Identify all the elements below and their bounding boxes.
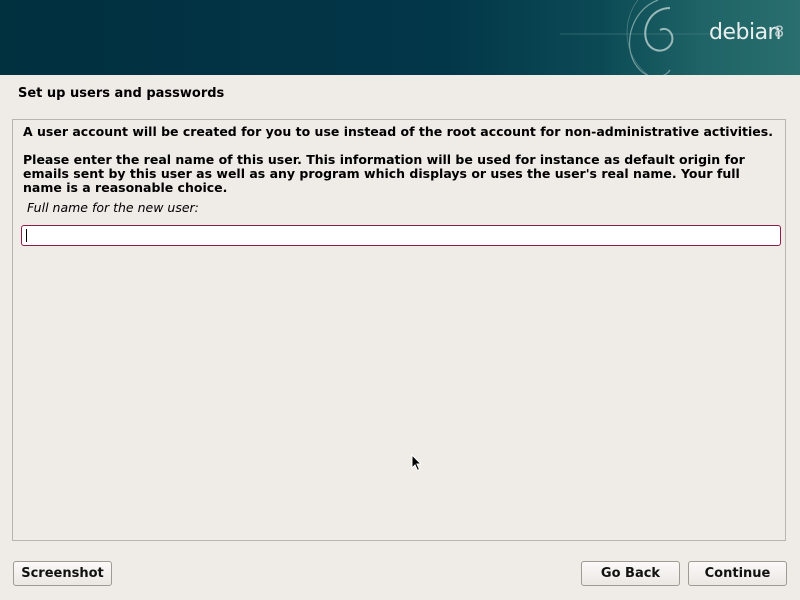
intro-paragraph: A user account will be created for you t… <box>23 124 773 139</box>
page-title: Set up users and passwords <box>18 86 225 101</box>
content-panel: A user account will be created for you t… <box>12 119 786 541</box>
instruction-paragraph: Please enter the real name of this user.… <box>23 152 745 195</box>
screenshot-button[interactable]: Screenshot <box>13 561 112 586</box>
continue-button[interactable]: Continue <box>688 561 787 586</box>
debian-version: 8 <box>774 22 785 41</box>
debian-logo-text: debian <box>709 20 782 45</box>
text-caret <box>26 229 27 242</box>
full-name-label: Full name for the new user: <box>27 200 199 215</box>
go-back-button[interactable]: Go Back <box>581 561 680 586</box>
full-name-input[interactable] <box>21 225 781 246</box>
mouse-pointer-icon <box>411 454 423 472</box>
debian-banner: debian 8 <box>0 0 800 75</box>
